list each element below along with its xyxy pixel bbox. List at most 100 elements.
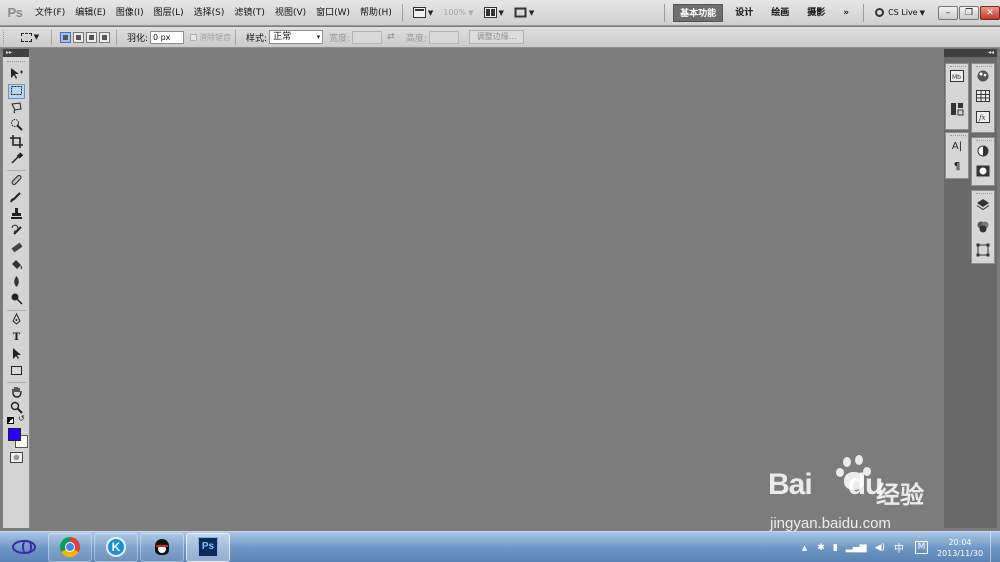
quick-select-icon: [11, 119, 23, 131]
workspace-essentials[interactable]: 基本功能: [673, 3, 724, 22]
swap-dimensions-icon[interactable]: ⇄: [387, 32, 395, 42]
panel-grip[interactable]: [976, 64, 992, 67]
history-brush-tool[interactable]: [8, 224, 25, 239]
panel-grip[interactable]: [950, 64, 966, 67]
panel-grip[interactable]: [950, 133, 966, 136]
path-select-tool[interactable]: [8, 347, 25, 362]
mini-bridge-button[interactable]: Mb: [948, 70, 966, 88]
lasso-tool[interactable]: [8, 101, 25, 116]
panel-grip[interactable]: [976, 138, 992, 141]
screen-mode-button[interactable]: ▼: [509, 0, 539, 26]
rect-marquee-tool[interactable]: [8, 84, 25, 99]
styles-button[interactable]: fx: [974, 111, 992, 129]
menu-edit[interactable]: 编辑(E): [70, 0, 111, 26]
taskbar-chrome[interactable]: [48, 532, 92, 562]
paths-button[interactable]: [974, 243, 992, 261]
close-button[interactable]: ✕: [980, 5, 1000, 20]
launch-bridge-button[interactable]: ▼: [408, 0, 438, 26]
foreground-color-swatch[interactable]: [8, 428, 21, 441]
menu-filter[interactable]: 滤镜(T): [229, 0, 270, 26]
refine-edge-button[interactable]: 调整边缘...: [468, 30, 525, 44]
history-button[interactable]: [948, 102, 966, 120]
blur-tool[interactable]: [8, 275, 25, 290]
swap-colors-icon[interactable]: ↺: [18, 414, 25, 423]
volume-icon[interactable]: ◀): [875, 543, 885, 553]
add-selection-button[interactable]: [73, 31, 84, 43]
taskbar-photoshop[interactable]: Ps: [186, 532, 230, 562]
restore-button[interactable]: ❐: [959, 5, 979, 20]
tool-preset-picker[interactable]: ▼: [13, 32, 47, 42]
menu-file[interactable]: 文件(F): [30, 0, 70, 26]
antialias-checkbox[interactable]: 消除锯齿: [190, 32, 231, 43]
brush-icon: [10, 192, 21, 203]
start-button[interactable]: [0, 532, 48, 562]
quick-select-tool[interactable]: [8, 118, 25, 133]
move-tool[interactable]: [8, 67, 25, 82]
workspace-photography[interactable]: 摄影: [798, 0, 834, 26]
blur-icon: [14, 276, 19, 287]
show-hidden-icons[interactable]: ▲: [802, 544, 807, 552]
paint-bucket-tool[interactable]: [8, 258, 25, 273]
color-icon: [977, 70, 989, 82]
workspace-painting[interactable]: 绘画: [762, 0, 798, 26]
eyedropper-tool[interactable]: [8, 152, 25, 167]
workspace-more-button[interactable]: »: [834, 0, 858, 26]
cs-live-label: CS Live: [888, 8, 918, 17]
subtract-selection-button[interactable]: [86, 31, 97, 43]
panels-collapse-button[interactable]: ◂◂: [944, 49, 997, 57]
workspace-design[interactable]: 设计: [726, 0, 762, 26]
channels-button[interactable]: [974, 220, 992, 238]
ime-indicator[interactable]: 中: [894, 540, 904, 555]
ime-mode-icon[interactable]: M: [915, 541, 928, 554]
tray-app-icon[interactable]: ▮: [833, 543, 838, 553]
arrange-documents-button[interactable]: ▼: [479, 0, 509, 26]
taskbar-kugou[interactable]: K: [94, 532, 138, 562]
style-select[interactable]: 正常 ▾: [269, 30, 324, 44]
quick-mask-button[interactable]: [8, 452, 25, 467]
menu-window[interactable]: 窗口(W): [311, 0, 355, 26]
hand-tool[interactable]: [8, 385, 25, 400]
minimize-button[interactable]: –: [938, 5, 958, 20]
menu-layer[interactable]: 图层(L): [149, 0, 189, 26]
masks-button[interactable]: [974, 165, 992, 183]
new-selection-button[interactable]: [60, 31, 71, 43]
cs-live-icon: [875, 8, 885, 17]
panel-grip[interactable]: [976, 191, 992, 194]
tools-grip[interactable]: [7, 57, 25, 62]
layers-button[interactable]: [974, 197, 992, 215]
default-colors-icon[interactable]: [7, 417, 14, 424]
system-clock[interactable]: 20:04 2013/11/30: [934, 537, 986, 559]
menu-help[interactable]: 帮助(H): [355, 0, 397, 26]
cs-live-button[interactable]: CS Live ▼: [869, 8, 931, 17]
character-button[interactable]: A|: [948, 138, 966, 156]
height-input[interactable]: [428, 30, 459, 44]
width-input[interactable]: [352, 30, 383, 44]
show-desktop-button[interactable]: [990, 532, 1000, 562]
chevron-down-icon: ▼: [919, 8, 925, 17]
zoom-level-dropdown[interactable]: 100% ▼: [438, 0, 478, 26]
shape-tool[interactable]: [8, 364, 25, 379]
options-bar-grip[interactable]: [3, 29, 11, 45]
pen-tool[interactable]: [8, 312, 25, 328]
healing-brush-tool[interactable]: [8, 173, 25, 188]
paragraph-button[interactable]: ¶: [948, 158, 966, 176]
chrome-icon: [60, 537, 80, 557]
bluetooth-icon[interactable]: ✱: [817, 543, 825, 553]
intersect-selection-button[interactable]: [99, 31, 110, 43]
swatches-button[interactable]: [974, 90, 992, 108]
taskbar-qq[interactable]: [140, 532, 184, 562]
adjustments-button[interactable]: [974, 144, 992, 162]
color-button[interactable]: [974, 69, 992, 87]
eraser-tool[interactable]: [8, 241, 25, 256]
tools-collapse-button[interactable]: ▸▸: [3, 49, 29, 57]
crop-tool[interactable]: [8, 135, 25, 150]
menu-image[interactable]: 图像(I): [111, 0, 149, 26]
network-icon[interactable]: ▂▄▆: [846, 543, 867, 553]
clone-stamp-tool[interactable]: [8, 207, 25, 222]
feather-input[interactable]: 0 px: [150, 30, 185, 44]
type-tool[interactable]: T: [8, 330, 25, 345]
menu-select[interactable]: 选择(S): [189, 0, 230, 26]
brush-tool[interactable]: [8, 190, 25, 205]
dodge-tool[interactable]: [8, 292, 25, 307]
menu-view[interactable]: 视图(V): [270, 0, 311, 26]
